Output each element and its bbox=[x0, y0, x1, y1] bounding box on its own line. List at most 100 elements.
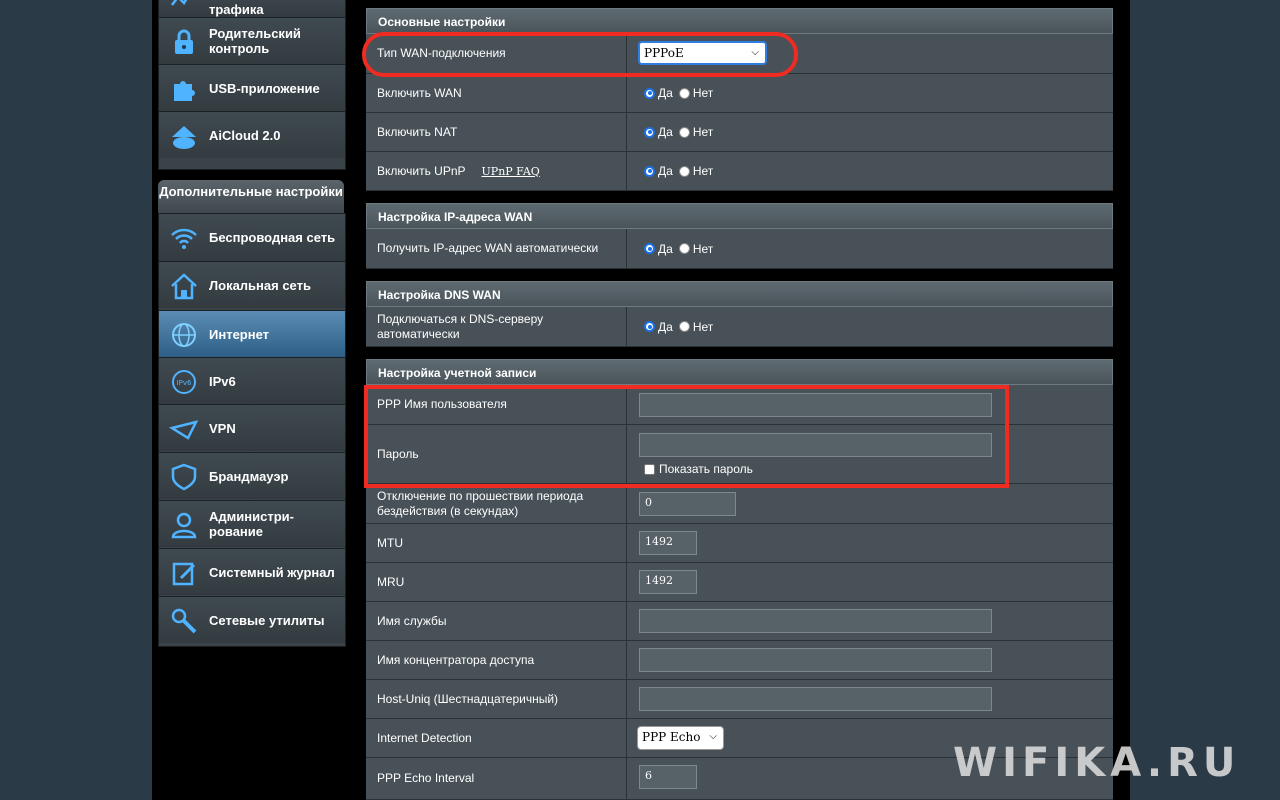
sidebar-item-label: Брандмауэр bbox=[209, 468, 289, 484]
radio-no-label: Нет bbox=[692, 164, 714, 178]
hostuniq-row: Host-Uniq (Шестнадцатеричный) bbox=[366, 680, 1113, 719]
auto-ip-yes-radio[interactable] bbox=[644, 243, 655, 254]
idle-input[interactable]: 0 bbox=[639, 492, 736, 516]
radio-no-label: Нет bbox=[692, 125, 714, 139]
sidebar-item-vpn[interactable]: VPN bbox=[159, 404, 345, 451]
cloud-icon bbox=[169, 121, 199, 151]
radio-yes-label: Да bbox=[658, 125, 673, 139]
service-label: Имя службы bbox=[366, 602, 627, 640]
radio-yes-label: Да bbox=[658, 86, 673, 100]
traffic-icon bbox=[169, 0, 199, 17]
sidebar-advanced-group: Беспроводная сеть Локальная сеть Интерне… bbox=[158, 213, 346, 647]
ac-input[interactable] bbox=[639, 648, 992, 672]
radio-yes-label: Да bbox=[658, 241, 673, 256]
enable-upnp-label: Включить UPnP bbox=[377, 163, 466, 178]
home-icon bbox=[169, 271, 199, 301]
auto-dns-yes-radio[interactable] bbox=[644, 321, 655, 332]
enable-upnp-label-cell: Включить UPnP UPnP FAQ bbox=[366, 152, 627, 190]
puzzle-icon bbox=[169, 74, 199, 104]
sidebar-item-lan[interactable]: Локальная сеть bbox=[159, 261, 345, 308]
sidebar-item-label: AiCloud 2.0 bbox=[209, 127, 281, 143]
log-edit-icon bbox=[169, 558, 199, 588]
echo-interval-input[interactable]: 6 bbox=[639, 765, 697, 789]
enable-upnp-yes-radio[interactable] bbox=[644, 165, 655, 177]
mtu-row: MTU 1492 bbox=[366, 524, 1113, 563]
sidebar-item-ipv6[interactable]: IPv6 IPv6 bbox=[159, 357, 345, 404]
sidebar-item-label: Системный журнал bbox=[209, 564, 335, 580]
vpn-icon bbox=[168, 414, 199, 444]
service-input[interactable] bbox=[639, 609, 992, 633]
hostuniq-input[interactable] bbox=[639, 687, 992, 711]
sidebar-item-label: Беспроводная сеть bbox=[209, 230, 336, 245]
radio-yes-label: Да bbox=[658, 164, 673, 178]
enable-nat-label: Включить NAT bbox=[366, 113, 627, 151]
sidebar-item-label: USB-приложение bbox=[209, 80, 320, 96]
radio-yes-label: Да bbox=[658, 319, 673, 334]
mtu-input[interactable]: 1492 bbox=[639, 531, 697, 555]
admin-user-icon bbox=[169, 510, 199, 540]
idle-label: Отключение по прошествии периода бездейс… bbox=[366, 484, 627, 523]
auto-ip-row: Получить IP-адрес WAN автоматически Да Н… bbox=[366, 229, 1113, 269]
enable-wan-no-radio[interactable] bbox=[678, 87, 690, 99]
sidebar-item-label: Локальная сеть bbox=[209, 277, 311, 293]
auto-ip-label: Получить IP-адрес WAN автоматически bbox=[366, 229, 627, 268]
auto-ip-no-radio[interactable] bbox=[678, 243, 690, 254]
auto-dns-label: Подключаться к DNS-серверу автоматически bbox=[366, 307, 627, 346]
sidebar-item-traffic[interactable]: трафика bbox=[159, 0, 345, 17]
enable-wan-yes-radio[interactable] bbox=[644, 87, 655, 99]
sidebar-item-netutils[interactable]: Сетевые утилиты bbox=[159, 596, 345, 643]
wan-type-highlight bbox=[362, 32, 798, 77]
enable-upnp-no-radio[interactable] bbox=[678, 165, 690, 177]
sidebar-item-label: Администри-рование bbox=[209, 509, 294, 539]
ac-row: Имя концентратора доступа bbox=[366, 641, 1113, 680]
credentials-highlight bbox=[364, 385, 1009, 488]
mtu-label: MTU bbox=[366, 524, 627, 562]
hostuniq-label: Host-Uniq (Шестнадцатеричный) bbox=[366, 680, 627, 718]
radio-no-label: Нет bbox=[692, 241, 714, 256]
enable-nat-yes-radio[interactable] bbox=[644, 126, 655, 138]
sidebar-item-admin[interactable]: Администри-рование bbox=[159, 500, 345, 547]
detection-label: Internet Detection bbox=[366, 719, 627, 757]
sidebar-item-label: VPN bbox=[209, 420, 236, 436]
svg-text:IPv6: IPv6 bbox=[177, 379, 192, 387]
auto-dns-row: Подключаться к DNS-серверу автоматически… bbox=[366, 307, 1113, 347]
upnp-faq-link[interactable]: UPnP FAQ bbox=[482, 164, 540, 179]
radio-no-label: Нет bbox=[692, 86, 714, 100]
sidebar-item-internet[interactable]: Интернет bbox=[159, 310, 345, 357]
service-row: Имя службы bbox=[366, 602, 1113, 641]
sidebar-item-label: IPv6 bbox=[209, 373, 236, 389]
enable-upnp-row: Включить UPnP UPnP FAQ Да Нет bbox=[366, 152, 1113, 191]
enable-nat-row: Включить NAT Да Нет bbox=[366, 113, 1113, 152]
mru-input[interactable]: 1492 bbox=[639, 570, 697, 594]
sidebar-item-label: Интернет bbox=[209, 326, 270, 342]
section-ip-header: Настройка IP-адреса WAN bbox=[366, 203, 1113, 229]
ipv6-globe-icon: IPv6 bbox=[169, 367, 199, 397]
wifi-icon bbox=[169, 223, 199, 253]
globe-icon bbox=[169, 320, 199, 350]
sidebar-top-group: трафика Родительский контроль USB-прилож… bbox=[158, 0, 346, 170]
sidebar-item-label: Сетевые утилиты bbox=[209, 612, 325, 628]
idle-row: Отключение по прошествии периода бездейс… bbox=[366, 484, 1113, 524]
chevron-down-icon: ⌵ bbox=[709, 731, 717, 742]
mru-row: MRU 1492 bbox=[366, 563, 1113, 602]
ac-label: Имя концентратора доступа bbox=[366, 641, 627, 679]
sidebar-item-wireless[interactable]: Беспроводная сеть bbox=[159, 214, 345, 261]
tools-icon bbox=[169, 606, 199, 636]
sidebar-item-syslog[interactable]: Системный журнал bbox=[159, 548, 345, 595]
enable-wan-label: Включить WAN bbox=[366, 74, 627, 112]
sidebar-item-parental[interactable]: Родительский контроль bbox=[159, 17, 345, 64]
sidebar-item-label: Родительский контроль bbox=[209, 26, 301, 56]
sidebar-item-firewall[interactable]: Брандмауэр bbox=[159, 452, 345, 499]
detection-select[interactable]: PPP Echo ⌵ bbox=[637, 726, 724, 750]
radio-no-label: Нет bbox=[692, 319, 714, 334]
section-dns-header: Настройка DNS WAN bbox=[366, 281, 1113, 307]
detection-value: PPP Echo bbox=[642, 730, 701, 744]
section-basic-header: Основные настройки bbox=[366, 8, 1113, 34]
auto-dns-no-radio[interactable] bbox=[678, 321, 690, 332]
shield-icon bbox=[169, 462, 199, 492]
sidebar-item-usb[interactable]: USB-приложение bbox=[159, 64, 345, 111]
sidebar-item-aicloud[interactable]: AiCloud 2.0 bbox=[159, 111, 345, 158]
sidebar-group-title: Дополнительные настройки bbox=[158, 180, 344, 216]
enable-nat-no-radio[interactable] bbox=[678, 126, 690, 138]
echo-interval-label: PPP Echo Interval bbox=[366, 758, 627, 799]
